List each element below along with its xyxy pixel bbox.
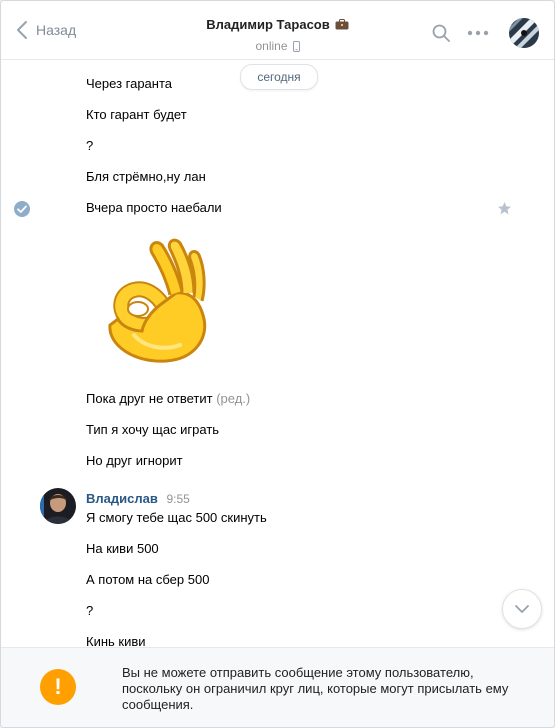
contact-name-text: Владимир Тарасов [206,17,330,32]
message-text-content: Пока друг не ответит [86,391,213,406]
message-text: ? [86,138,94,153]
message-text: А потом на сбер 500 [86,572,210,587]
message-text: На киви 500 [86,541,159,556]
message-text: Тип я хочу щас играть [86,422,220,437]
selected-check-icon[interactable] [13,200,31,218]
back-button[interactable]: Назад [15,20,76,40]
message-text: Вчера просто наебали [86,200,222,215]
author-avatar[interactable] [40,488,76,524]
back-label: Назад [36,22,77,38]
message-time[interactable]: 9:55 [166,492,189,506]
exclamation-icon: ! [40,669,76,705]
phone-icon [292,40,300,52]
chat-header: Назад Владимир Тарасов online [1,1,554,60]
ok-hand-sticker [108,238,207,363]
date-divider: сегодня [240,64,318,90]
message-text: ? [86,603,94,618]
status-text: online [255,39,288,53]
message-text: Пока друг не ответит (ред.) [86,391,250,406]
online-status: online [255,39,300,53]
chevron-left-icon [17,21,27,39]
message-text: Через гаранта [86,76,173,91]
message-text: Но друг игнорит [86,453,183,468]
author-header: Владислав 9:55 [86,491,190,506]
star-icon[interactable] [497,201,512,216]
scroll-down-button[interactable] [502,589,542,629]
edited-mark: (ред.) [216,391,251,406]
message-text: Я смогу тебе щас 500 скинуть [86,510,267,525]
author-name[interactable]: Владислав [86,491,158,506]
message-text: Бля стрёмно,ну лан [86,169,206,184]
briefcase-icon [335,19,349,30]
search-icon[interactable] [432,24,450,42]
write-restriction-notice: ! Вы не можете отправить сообщение этому… [1,647,554,727]
chevron-down-icon [515,605,529,613]
contact-avatar[interactable] [509,18,539,48]
more-horizontal-icon[interactable] [467,29,489,37]
contact-name[interactable]: Владимир Тарасов [206,17,349,32]
notice-text: Вы не можете отправить сообщение этому п… [122,665,509,712]
message-text: Кто гарант будет [86,107,187,122]
chat-window: Назад Владимир Тарасов online сегодня Че… [0,0,555,728]
